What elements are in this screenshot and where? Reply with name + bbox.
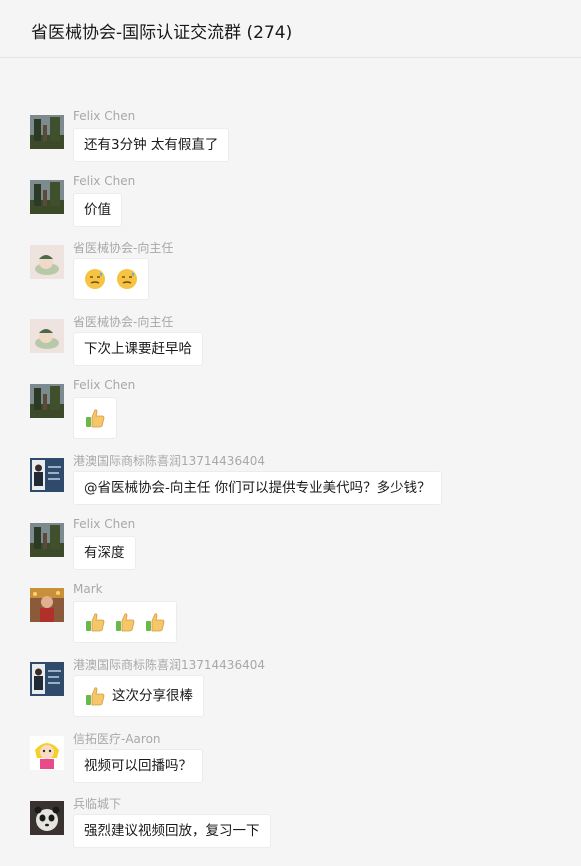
message-bubble[interactable]: @省医械协会-向主任 你们可以提供专业美代吗？多少钱？ [73, 471, 442, 505]
message-text: 下次上课要赶早哈 [84, 341, 192, 357]
message-bubble[interactable]: 还有3分钟 太有假直了 [73, 128, 230, 162]
message-bubble[interactable]: 价值 [73, 193, 122, 227]
sleepy-face-emoji [116, 268, 138, 290]
sender-name: 兵临城下 [73, 797, 122, 811]
message-bubble[interactable]: 视频可以回播吗？ [73, 749, 203, 783]
message-text: 强烈建议视频回放，复习一下 [84, 823, 260, 839]
thumbs-up-emoji [114, 611, 136, 633]
sender-name: 省医械协会-向主任 [73, 241, 174, 255]
message-bubble[interactable]: 强烈建议视频回放，复习一下 [73, 814, 271, 848]
message-bubble[interactable]: 下次上课要赶早哈 [73, 332, 203, 366]
message-bubble[interactable] [73, 601, 177, 643]
tree-photo-avatar[interactable] [30, 180, 64, 214]
message-bubble[interactable] [73, 397, 117, 439]
message-text: 有深度 [84, 545, 125, 561]
tree-photo-avatar[interactable] [30, 384, 64, 418]
message-text: 还有3分钟 太有假直了 [84, 137, 219, 153]
sender-name: 省医械协会-向主任 [73, 315, 174, 329]
chat-title: 省医械协会-国际认证交流群 (274) [31, 23, 293, 43]
tree-photo-avatar[interactable] [30, 115, 64, 149]
business-card-avatar[interactable] [30, 662, 64, 696]
message-text: 视频可以回播吗？ [84, 758, 192, 774]
sleepy-face-emoji [84, 268, 106, 290]
message-bubble[interactable] [73, 258, 149, 300]
cartoon-avatar[interactable] [30, 319, 64, 353]
message-text: 价值 [84, 202, 111, 218]
business-card-avatar[interactable] [30, 458, 64, 492]
sender-name: Felix Chen [73, 109, 136, 123]
sender-name: Felix Chen [73, 378, 136, 392]
sender-name: Felix Chen [73, 174, 136, 188]
thumbs-up-emoji [84, 407, 106, 429]
sender-name: Mark [73, 582, 103, 596]
sender-name: 港澳国际商标陈喜润13714436404 [73, 658, 265, 672]
chat-header: 省医械协会-国际认证交流群 (274) [0, 0, 581, 58]
cartoon-girl-avatar[interactable] [30, 736, 64, 770]
message-text: @省医械协会-向主任 你们可以提供专业美代吗？多少钱？ [84, 480, 431, 496]
panda-avatar[interactable] [30, 801, 64, 835]
thumbs-up-emoji [144, 611, 166, 633]
thumbs-up-emoji [84, 611, 106, 633]
cartoon-avatar[interactable] [30, 245, 64, 279]
tree-photo-avatar[interactable] [30, 523, 64, 557]
thumbs-up-emoji [84, 685, 106, 707]
photo-avatar[interactable] [30, 588, 64, 622]
message-bubble[interactable]: 有深度 [73, 536, 136, 570]
sender-name: Felix Chen [73, 517, 136, 531]
message-text: 这次分享很棒 [112, 688, 193, 704]
sender-name: 港澳国际商标陈喜润13714436404 [73, 454, 265, 468]
sender-name: 信拓医疗-Aaron [73, 732, 161, 746]
message-bubble[interactable]: 这次分享很棒 [73, 675, 204, 717]
